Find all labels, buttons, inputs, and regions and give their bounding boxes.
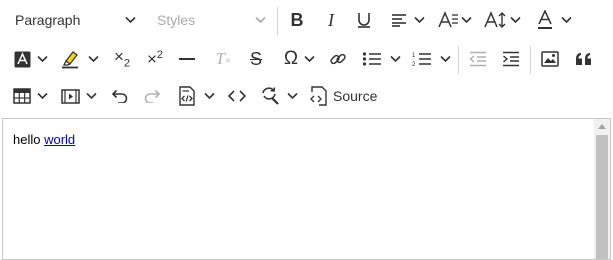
chevron-down-icon[interactable] <box>255 2 266 38</box>
remove-format-button[interactable]: T× <box>212 41 234 77</box>
highlighter-icon <box>62 51 78 69</box>
horizontal-line-button[interactable] <box>177 41 197 77</box>
media-icon <box>60 88 80 104</box>
heading-select[interactable]: Paragraph <box>15 2 80 38</box>
chevron-down-icon[interactable] <box>461 2 472 38</box>
svg-text:1: 1 <box>412 53 416 59</box>
underline-icon <box>358 13 370 28</box>
editor-content-area[interactable]: hello world <box>2 118 611 260</box>
vertical-scrollbar[interactable] <box>594 119 610 259</box>
heading-select-value: Paragraph <box>15 12 81 28</box>
numbered-list-icon: 1 2 <box>412 53 431 67</box>
indent-button[interactable] <box>500 41 522 77</box>
line-height-button[interactable] <box>484 2 508 38</box>
insert-media-button[interactable] <box>60 78 80 114</box>
source-button[interactable]: Source <box>309 78 381 114</box>
svg-text:2: 2 <box>412 62 416 67</box>
style-select-placeholder: Styles <box>157 12 196 28</box>
code-icon <box>228 90 246 102</box>
italic-icon: I <box>328 9 334 30</box>
font-color-button[interactable] <box>535 2 555 38</box>
chevron-down-icon[interactable] <box>510 2 521 38</box>
underline-button[interactable] <box>353 2 375 38</box>
subscript-icon: ×2 <box>113 47 131 70</box>
redo-icon <box>144 89 161 103</box>
redo-button[interactable] <box>143 78 163 114</box>
toolbar-row-1: Paragraph Styles B I <box>0 2 613 38</box>
chevron-down-icon[interactable] <box>86 78 97 114</box>
toolbar-row-3: Source <box>0 78 613 114</box>
link-button[interactable] <box>328 41 348 77</box>
highlight-button[interactable] <box>60 41 80 77</box>
chevron-down-icon[interactable] <box>37 78 48 114</box>
italic-button[interactable]: I <box>320 2 342 38</box>
superscript-button[interactable]: ×2 <box>143 41 167 77</box>
undo-button[interactable] <box>109 78 129 114</box>
block-quote-button[interactable] <box>574 41 594 77</box>
toolbar-row-2: ×2 ×2 T× S Ω 1 2 <box>0 41 613 77</box>
scrollbar-thumb[interactable] <box>596 135 608 259</box>
code-button[interactable] <box>227 78 247 114</box>
chevron-down-icon[interactable] <box>561 2 572 38</box>
chevron-down-icon[interactable] <box>125 2 136 38</box>
bulleted-list-button[interactable] <box>362 41 382 77</box>
chevron-down-icon[interactable] <box>414 2 425 38</box>
line-height-icon <box>484 11 506 28</box>
chevron-down-icon[interactable] <box>440 41 451 77</box>
html-embed-icon <box>179 86 195 106</box>
editor-toolbar: Paragraph Styles B I ×2 ×2 T× S Ω 1 2 So… <box>0 0 613 118</box>
bold-icon: B <box>290 9 304 30</box>
quote-icon <box>576 53 591 65</box>
indent-icon <box>503 51 519 67</box>
toolbar-separator <box>530 46 531 74</box>
style-select[interactable]: Styles <box>157 2 195 38</box>
editor-paragraph[interactable]: hello world <box>13 132 75 147</box>
subscript-button[interactable]: ×2 <box>110 41 134 77</box>
chevron-down-icon[interactable] <box>304 41 315 77</box>
find-replace-icon <box>262 87 279 105</box>
html-embed-button[interactable] <box>176 78 198 114</box>
outdent-button[interactable] <box>467 41 489 77</box>
bulleted-list-icon <box>362 52 381 66</box>
scroll-up-arrow-icon[interactable] <box>598 124 606 129</box>
horizontal-line-icon <box>179 58 195 60</box>
background-color-icon <box>14 51 30 67</box>
font-size-button[interactable] <box>437 2 459 38</box>
superscript-icon: ×2 <box>146 49 164 69</box>
find-and-replace-button[interactable] <box>259 78 281 114</box>
link-icon <box>330 53 346 65</box>
source-icon <box>310 86 327 106</box>
table-icon <box>13 88 31 104</box>
chevron-down-icon[interactable] <box>204 78 215 114</box>
font-size-icon <box>438 11 458 28</box>
outdent-icon <box>469 51 486 67</box>
remove-format-icon: T× <box>215 49 231 68</box>
align-left-icon <box>392 14 406 27</box>
toolbar-separator <box>277 7 278 35</box>
toolbar-separator <box>458 46 459 74</box>
font-color-icon <box>538 10 552 29</box>
source-button-label: Source <box>333 88 378 104</box>
insert-image-button[interactable] <box>540 41 560 77</box>
undo-icon <box>111 89 128 103</box>
strikethrough-icon: S <box>249 48 262 69</box>
editor-text: hello <box>13 132 45 147</box>
omega-icon: Ω <box>283 48 299 69</box>
chevron-down-icon[interactable] <box>287 78 298 114</box>
chevron-down-icon[interactable] <box>88 41 99 77</box>
special-characters-button[interactable]: Ω <box>281 41 301 77</box>
numbered-list-button[interactable]: 1 2 <box>411 41 433 77</box>
strikethrough-button[interactable]: S <box>245 41 267 77</box>
chevron-down-icon[interactable] <box>37 41 48 77</box>
chevron-down-icon[interactable] <box>390 41 401 77</box>
alignment-button[interactable] <box>388 2 410 38</box>
editor-link[interactable]: world <box>44 132 75 147</box>
image-icon <box>541 51 559 67</box>
bold-button[interactable]: B <box>286 2 308 38</box>
background-color-button[interactable] <box>13 41 31 77</box>
insert-table-button[interactable] <box>12 78 32 114</box>
